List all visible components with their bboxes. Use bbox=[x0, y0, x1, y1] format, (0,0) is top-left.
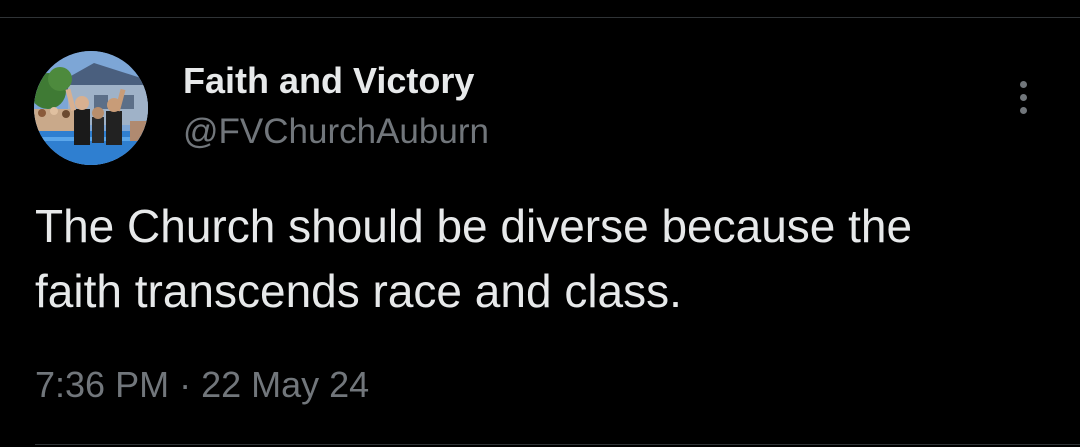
top-divider bbox=[0, 17, 1080, 18]
author-display-name[interactable]: Faith and Victory bbox=[183, 60, 474, 102]
more-vertical-icon bbox=[1019, 106, 1027, 114]
more-vertical-icon bbox=[1019, 80, 1027, 88]
tweet-meta: 7:36 PM · 22 May 24 bbox=[35, 363, 369, 407]
avatar-photo bbox=[34, 51, 148, 165]
tweet-date[interactable]: 22 May 24 bbox=[201, 364, 369, 405]
bottom-divider bbox=[35, 444, 1080, 445]
meta-separator: · bbox=[179, 364, 192, 405]
more-vertical-icon bbox=[1019, 93, 1027, 101]
more-options-button[interactable] bbox=[1008, 76, 1038, 118]
author-handle[interactable]: @FVChurchAuburn bbox=[183, 111, 489, 153]
tweet-text: The Church should be diverse because the… bbox=[35, 200, 913, 317]
author-avatar[interactable] bbox=[34, 51, 148, 165]
tweet-time[interactable]: 7:36 PM bbox=[35, 364, 169, 405]
